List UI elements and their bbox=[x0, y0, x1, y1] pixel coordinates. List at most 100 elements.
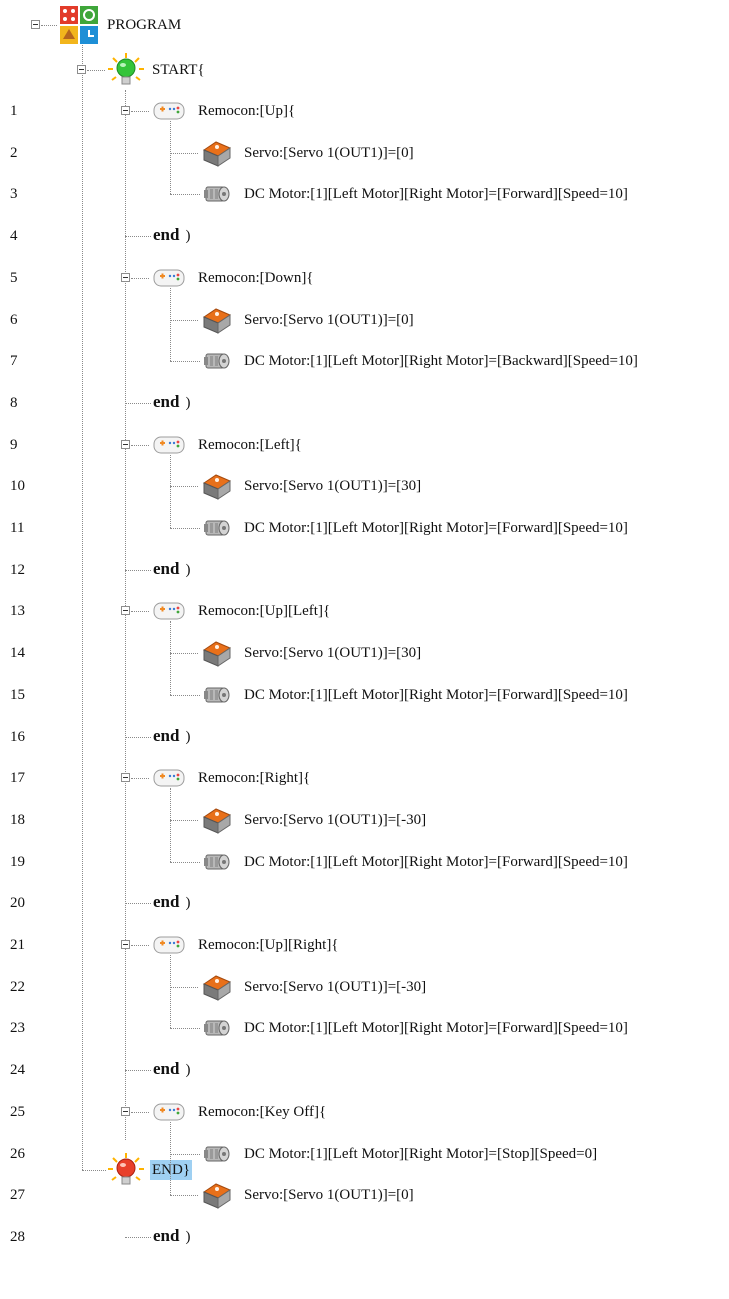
end-node[interactable]: end) bbox=[153, 559, 190, 580]
end-node[interactable]: end) bbox=[153, 1226, 190, 1247]
red-bulb-icon bbox=[108, 1153, 144, 1185]
line-number: 2 bbox=[10, 145, 18, 161]
dc-motor-node[interactable]: DC Motor:[1][Left Motor][Right Motor]=[F… bbox=[244, 685, 628, 705]
remote-controller-icon bbox=[153, 269, 185, 287]
servo-node[interactable]: Servo:[Servo 1(OUT1)]=[-30] bbox=[244, 810, 426, 830]
remote-controller-icon bbox=[153, 602, 185, 620]
remocon-expander[interactable] bbox=[121, 606, 130, 615]
dc-motor-icon bbox=[204, 1146, 230, 1162]
end-keyword: end bbox=[153, 559, 180, 578]
line-number: 19 bbox=[10, 854, 25, 870]
line-number: 5 bbox=[10, 270, 18, 286]
dc-motor-node[interactable]: DC Motor:[1][Left Motor][Right Motor]=[F… bbox=[244, 518, 628, 538]
remote-controller-icon bbox=[153, 102, 185, 120]
dc-motor-icon bbox=[204, 520, 230, 536]
dc-motor-node[interactable]: DC Motor:[1][Left Motor][Right Motor]=[S… bbox=[244, 1144, 597, 1164]
line-number: 13 bbox=[10, 603, 25, 619]
end-brace: ) bbox=[185, 895, 191, 911]
green-bulb-icon bbox=[108, 53, 144, 85]
remocon-expander[interactable] bbox=[121, 273, 130, 282]
dc-motor-icon bbox=[204, 353, 230, 369]
end-keyword: end bbox=[153, 1226, 180, 1245]
remote-controller-icon bbox=[153, 1103, 185, 1121]
end-keyword: end bbox=[153, 1059, 180, 1078]
remocon-expander[interactable] bbox=[121, 1107, 130, 1116]
servo-motor-icon bbox=[202, 641, 232, 667]
remocon-node[interactable]: Remocon:[Up][Right]{ bbox=[198, 935, 339, 955]
remocon-expander[interactable] bbox=[121, 106, 130, 115]
line-number: 17 bbox=[10, 770, 25, 786]
servo-motor-icon bbox=[202, 1183, 232, 1209]
servo-node[interactable]: Servo:[Servo 1(OUT1)]=[-30] bbox=[244, 977, 426, 997]
dc-motor-icon bbox=[204, 854, 230, 870]
line-number: 8 bbox=[10, 395, 18, 411]
remocon-node[interactable]: Remocon:[Left]{ bbox=[198, 435, 302, 455]
program-label[interactable]: PROGRAM bbox=[107, 15, 181, 35]
program-tree: PROGRAM START{ END} 1 Remocon:[Up]{2 Se… bbox=[0, 0, 729, 1299]
start-label[interactable]: START{ bbox=[152, 60, 205, 80]
servo-motor-icon bbox=[202, 141, 232, 167]
line-number: 7 bbox=[10, 353, 18, 369]
line-number: 15 bbox=[10, 687, 25, 703]
remocon-node[interactable]: Remocon:[Up]{ bbox=[198, 101, 295, 121]
end-label[interactable]: END} bbox=[150, 1160, 193, 1180]
end-node[interactable]: end) bbox=[153, 392, 190, 413]
remocon-node[interactable]: Remocon:[Up][Left]{ bbox=[198, 601, 330, 621]
servo-motor-icon bbox=[202, 808, 232, 834]
remocon-node[interactable]: Remocon:[Key Off]{ bbox=[198, 1102, 326, 1122]
line-number: 23 bbox=[10, 1020, 25, 1036]
servo-node[interactable]: Servo:[Servo 1(OUT1)]=[0] bbox=[244, 310, 414, 330]
line-number: 1 bbox=[10, 103, 18, 119]
dc-motor-node[interactable]: DC Motor:[1][Left Motor][Right Motor]=[F… bbox=[244, 184, 628, 204]
line-number: 28 bbox=[10, 1229, 25, 1245]
remocon-expander[interactable] bbox=[121, 440, 130, 449]
line-number: 27 bbox=[10, 1187, 25, 1203]
end-keyword: end bbox=[153, 726, 180, 745]
line-number: 21 bbox=[10, 937, 25, 953]
remote-controller-icon bbox=[153, 769, 185, 787]
end-node[interactable]: end) bbox=[153, 1059, 190, 1080]
start-expander[interactable] bbox=[77, 65, 86, 74]
line-number: 26 bbox=[10, 1146, 25, 1162]
dc-motor-node[interactable]: DC Motor:[1][Left Motor][Right Motor]=[F… bbox=[244, 852, 628, 872]
remocon-expander[interactable] bbox=[121, 940, 130, 949]
remote-controller-icon bbox=[153, 436, 185, 454]
dc-motor-icon bbox=[204, 1020, 230, 1036]
line-number: 11 bbox=[10, 520, 25, 536]
line-number: 12 bbox=[10, 562, 25, 578]
servo-motor-icon bbox=[202, 975, 232, 1001]
servo-node[interactable]: Servo:[Servo 1(OUT1)]=[30] bbox=[244, 476, 421, 496]
dc-motor-node[interactable]: DC Motor:[1][Left Motor][Right Motor]=[B… bbox=[244, 351, 638, 371]
end-keyword: end bbox=[153, 225, 180, 244]
end-brace: ) bbox=[185, 729, 191, 745]
end-node[interactable]: end) bbox=[153, 892, 190, 913]
end-keyword: end bbox=[153, 392, 180, 411]
remocon-node[interactable]: Remocon:[Down]{ bbox=[198, 268, 314, 288]
line-number: 4 bbox=[10, 228, 18, 244]
line-number: 18 bbox=[10, 812, 25, 828]
line-number: 10 bbox=[10, 478, 25, 494]
servo-motor-icon bbox=[202, 308, 232, 334]
end-brace: ) bbox=[185, 562, 191, 578]
line-number: 24 bbox=[10, 1062, 25, 1078]
servo-node[interactable]: Servo:[Servo 1(OUT1)]=[30] bbox=[244, 643, 421, 663]
program-icon bbox=[60, 6, 98, 44]
dc-motor-node[interactable]: DC Motor:[1][Left Motor][Right Motor]=[F… bbox=[244, 1018, 628, 1038]
line-number: 25 bbox=[10, 1104, 25, 1120]
end-brace: ) bbox=[185, 395, 191, 411]
servo-node[interactable]: Servo:[Servo 1(OUT1)]=[0] bbox=[244, 1185, 414, 1205]
remocon-expander[interactable] bbox=[121, 773, 130, 782]
program-expander[interactable] bbox=[31, 20, 40, 29]
line-number: 16 bbox=[10, 729, 25, 745]
line-number: 3 bbox=[10, 186, 18, 202]
end-node[interactable]: end) bbox=[153, 726, 190, 747]
servo-node[interactable]: Servo:[Servo 1(OUT1)]=[0] bbox=[244, 143, 414, 163]
dc-motor-icon bbox=[204, 687, 230, 703]
servo-motor-icon bbox=[202, 474, 232, 500]
remocon-node[interactable]: Remocon:[Right]{ bbox=[198, 768, 310, 788]
remote-controller-icon bbox=[153, 936, 185, 954]
line-number: 6 bbox=[10, 312, 18, 328]
line-number: 14 bbox=[10, 645, 25, 661]
end-brace: ) bbox=[185, 1062, 191, 1078]
end-node[interactable]: end) bbox=[153, 225, 190, 246]
